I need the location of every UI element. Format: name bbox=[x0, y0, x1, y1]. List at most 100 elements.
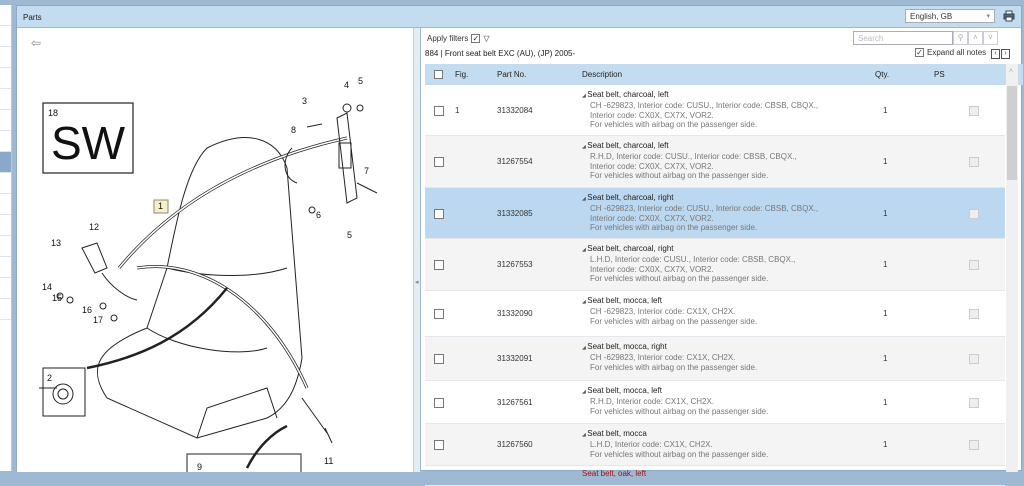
row-title[interactable]: Seat belt, mocca bbox=[582, 429, 822, 438]
scroll-up-icon[interactable]: ˄ bbox=[1009, 68, 1013, 75]
language-select[interactable]: English, GB ▾ bbox=[905, 9, 995, 23]
table-header: Fig. Part No. Description Qty. PS bbox=[425, 64, 1023, 85]
ps-note-icon[interactable] bbox=[969, 309, 979, 319]
parts-table: 1 31332084 Seat belt, charcoal, left CH … bbox=[425, 85, 1005, 486]
search-next-button[interactable]: ˅ bbox=[983, 31, 998, 45]
row-notes: CH -629823, Interior code: CX1X, CH2X. bbox=[590, 353, 736, 362]
pane-splitter[interactable]: ◂ bbox=[414, 28, 421, 472]
table-row[interactable]: 31267553 Seat belt, charcoal, right L.H.… bbox=[425, 239, 1005, 291]
row-title[interactable]: Seat belt, mocca, left bbox=[582, 296, 822, 305]
callout-6[interactable]: 6 bbox=[316, 210, 321, 220]
row-qty: 1 bbox=[883, 440, 888, 449]
row-note2: For vehicles with airbag on the passenge… bbox=[590, 362, 758, 372]
row-title[interactable]: Seat belt, mocca, right bbox=[582, 342, 822, 351]
row-notes: CH -629823, Interior code: CUSU., Interi… bbox=[590, 204, 819, 223]
row-part-no[interactable]: 31332085 bbox=[497, 209, 533, 218]
row-title[interactable]: Seat belt, charcoal, right bbox=[582, 244, 822, 253]
row-title[interactable]: Seat belt, mocca, left bbox=[582, 386, 822, 395]
table-row[interactable]: 31332085 Seat belt, charcoal, right CH -… bbox=[425, 188, 1005, 239]
apply-filters-checkbox[interactable]: ✓ bbox=[471, 34, 481, 43]
row-title[interactable]: Seat belt, oak, left bbox=[582, 469, 646, 478]
ps-note-icon[interactable] bbox=[969, 157, 979, 167]
col-description[interactable]: Description bbox=[582, 70, 622, 79]
callout-15[interactable]: 15 bbox=[52, 293, 62, 303]
select-all-checkbox[interactable] bbox=[434, 70, 443, 79]
table-row[interactable]: 31267554 Seat belt, charcoal, left R.H.D… bbox=[425, 136, 1005, 188]
callout-2[interactable]: 2 bbox=[47, 373, 52, 383]
callout-12[interactable]: 12 bbox=[89, 222, 99, 232]
prev-arrow-button[interactable]: ‹ bbox=[991, 49, 1000, 59]
left-nav-strip bbox=[0, 5, 12, 471]
row-part-no[interactable]: 31267561 bbox=[497, 398, 533, 407]
table-row[interactable]: 31267561 Seat belt, mocca, left R.H.D, I… bbox=[425, 381, 1005, 424]
scrollbar-thumb[interactable] bbox=[1007, 86, 1017, 180]
row-note2: For vehicles without airbag on the passe… bbox=[590, 449, 769, 459]
callout-5[interactable]: 5 bbox=[358, 76, 363, 86]
row-checkbox[interactable] bbox=[434, 398, 444, 408]
table-row[interactable]: 31332090 Seat belt, mocca, left CH -6298… bbox=[425, 291, 1005, 337]
ps-note-icon[interactable] bbox=[969, 354, 979, 364]
nav-item-selected[interactable] bbox=[0, 152, 11, 173]
row-checkbox[interactable] bbox=[434, 106, 444, 116]
row-title[interactable]: Seat belt, charcoal, left bbox=[582, 141, 822, 150]
section-title: 884 | Front seat belt EXC (AU), (JP) 200… bbox=[425, 49, 576, 58]
col-qty[interactable]: Qty. bbox=[875, 70, 889, 79]
row-qty: 1 bbox=[883, 309, 888, 318]
collapse-arrow-icon[interactable]: ◂ bbox=[415, 278, 419, 286]
row-part-no[interactable]: 31267554 bbox=[497, 157, 533, 166]
callout-7[interactable]: 7 bbox=[364, 166, 369, 176]
col-fig[interactable]: Fig. bbox=[455, 70, 468, 79]
row-title[interactable]: Seat belt, charcoal, left bbox=[582, 90, 822, 99]
callout-4[interactable]: 4 bbox=[344, 80, 349, 90]
search-prev-button[interactable]: ˄ bbox=[968, 31, 983, 45]
callout-13[interactable]: 13 bbox=[51, 238, 61, 248]
callout-3[interactable]: 3 bbox=[302, 96, 307, 106]
row-note2: For vehicles with airbag on the passenge… bbox=[590, 120, 758, 129]
row-part-no[interactable]: 31332091 bbox=[497, 354, 533, 363]
apply-filters-label: Apply filters bbox=[427, 34, 469, 43]
table-row[interactable]: 1 31332084 Seat belt, charcoal, left CH … bbox=[425, 85, 1005, 136]
expand-all-notes-checkbox[interactable]: ✓ bbox=[915, 48, 924, 57]
ps-note-icon[interactable] bbox=[969, 398, 979, 408]
row-note2: For vehicles without airbag on the passe… bbox=[590, 171, 769, 180]
callout-14[interactable]: 14 bbox=[42, 282, 52, 292]
callout-5b[interactable]: 5 bbox=[347, 230, 352, 240]
callout-8[interactable]: 8 bbox=[291, 125, 296, 135]
row-title[interactable]: Seat belt, charcoal, right bbox=[582, 193, 822, 202]
col-part-no[interactable]: Part No. bbox=[497, 70, 526, 79]
row-part-no[interactable]: 31332090 bbox=[497, 309, 533, 318]
inset-label-sw: SW bbox=[51, 117, 126, 169]
row-checkbox[interactable] bbox=[434, 309, 444, 319]
row-checkbox[interactable] bbox=[434, 354, 444, 364]
search-icon[interactable]: ⚲ bbox=[953, 31, 968, 45]
ps-note-icon[interactable] bbox=[969, 440, 979, 450]
table-row-partial[interactable]: Seat belt, oak, left bbox=[425, 466, 1005, 486]
row-part-no[interactable]: 31267560 bbox=[497, 440, 533, 449]
callout-11[interactable]: 11 bbox=[324, 456, 333, 466]
scrollbar[interactable]: ˄ bbox=[1006, 64, 1018, 472]
row-part-no[interactable]: 31332084 bbox=[497, 106, 533, 115]
row-checkbox[interactable] bbox=[434, 209, 444, 219]
row-part-no[interactable]: 31267553 bbox=[497, 260, 533, 269]
ps-note-icon[interactable] bbox=[969, 209, 979, 219]
filter-icon[interactable]: ▽ bbox=[483, 34, 489, 43]
ps-note-icon[interactable] bbox=[969, 106, 979, 116]
callout-16[interactable]: 16 bbox=[82, 305, 92, 315]
table-row[interactable]: 31267560 Seat belt, mocca L.H.D, Interio… bbox=[425, 424, 1005, 466]
table-row[interactable]: 31332091 Seat belt, mocca, right CH -629… bbox=[425, 337, 1005, 381]
row-notes: R.H.D, Interior code: CUSU., Interior co… bbox=[590, 152, 797, 171]
row-checkbox[interactable] bbox=[434, 260, 444, 270]
search-input[interactable]: Search bbox=[853, 31, 953, 45]
row-notes: L.H.D, Interior code: CX1X, CH2X. bbox=[590, 440, 713, 449]
callout-17[interactable]: 17 bbox=[93, 315, 103, 325]
row-checkbox[interactable] bbox=[434, 157, 444, 167]
callout-1[interactable]: 1 bbox=[158, 201, 163, 211]
ps-note-icon[interactable] bbox=[969, 260, 979, 270]
col-ps[interactable]: PS bbox=[934, 70, 945, 79]
print-icon[interactable] bbox=[1003, 10, 1015, 22]
row-checkbox[interactable] bbox=[434, 440, 444, 450]
row-notes: CH -629823, Interior code: CUSU., Interi… bbox=[590, 101, 819, 120]
row-note2: For vehicles with airbag on the passenge… bbox=[590, 223, 758, 232]
seat-belt-diagram[interactable] bbox=[17, 28, 414, 472]
next-arrow-button[interactable]: › bbox=[1001, 49, 1010, 59]
